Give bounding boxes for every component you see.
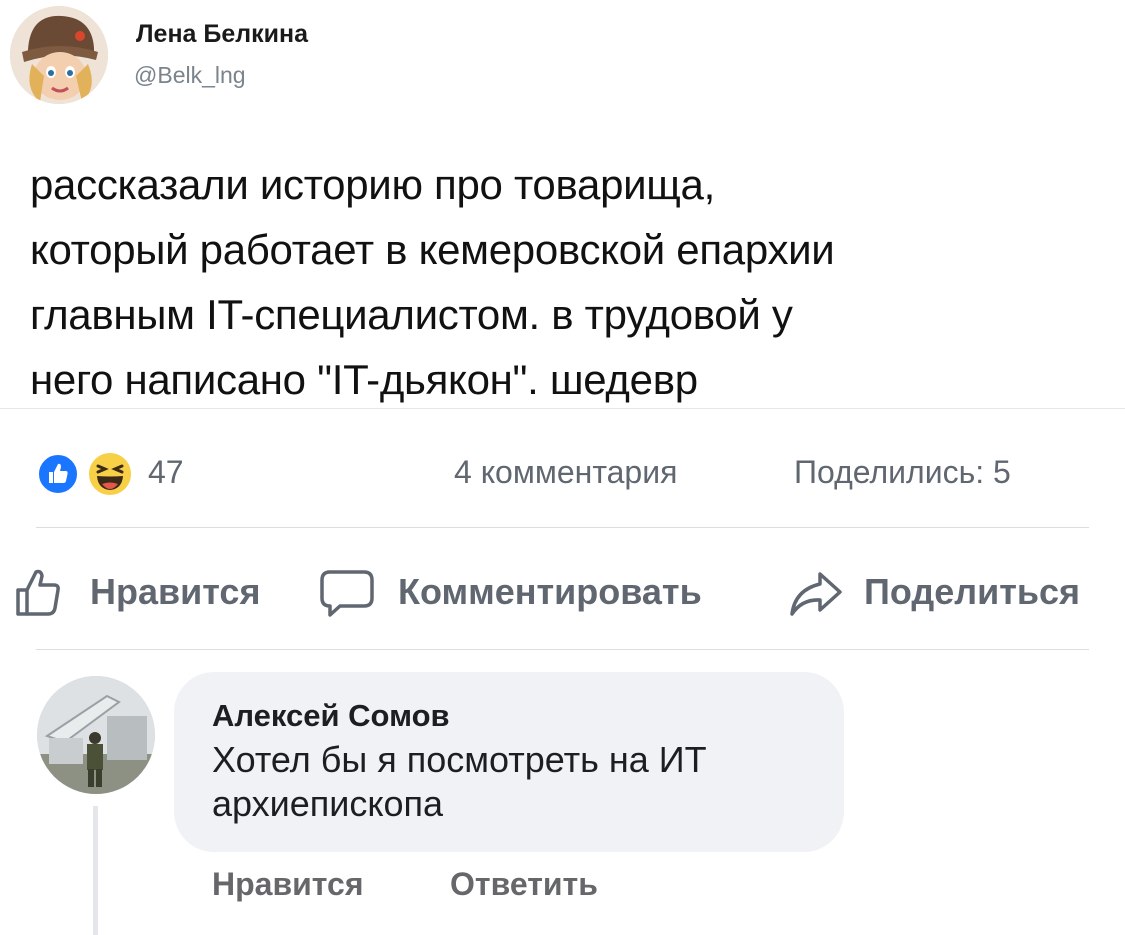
like-button-label: Нравится: [90, 571, 261, 612]
comment-like-link[interactable]: Нравится: [212, 866, 364, 903]
comment-text-line: Хотел бы я посмотреть на ИТ: [212, 739, 707, 780]
divider: [36, 649, 1089, 650]
tweet-author-name[interactable]: Лена Белкина: [136, 20, 308, 49]
speech-bubble-icon: [320, 570, 374, 617]
embedded-tweet: Лена Белкина @Belk_lng рассказали истори…: [0, 0, 1125, 409]
haha-icon[interactable]: [86, 450, 134, 498]
share-button[interactable]: Поделиться: [786, 562, 1080, 622]
comment-author[interactable]: Алексей Сомов: [212, 698, 450, 734]
tweet-text-line: него написано "IT-дьякон". шедевр: [30, 356, 698, 403]
comment-bubble[interactable]: Алексей Сомов Хотел бы я посмотреть на И…: [174, 672, 844, 852]
avatar-photo: [37, 676, 155, 794]
reaction-count[interactable]: 47: [148, 454, 184, 491]
share-button-label: Поделиться: [864, 571, 1081, 612]
comment-reply-link[interactable]: Ответить: [450, 866, 598, 903]
tweet-author-avatar[interactable]: [10, 6, 108, 104]
shares-count[interactable]: Поделились: 5: [794, 454, 1011, 491]
comment-button-label: Комментировать: [398, 571, 702, 612]
comment-button[interactable]: Комментировать: [316, 562, 702, 622]
tweet-text-line: который работает в кемеровской епархии: [30, 226, 835, 273]
tweet-text: рассказали историю про товарища, который…: [30, 152, 1115, 412]
share-arrow-icon: [790, 572, 842, 616]
avatar-illustration: [10, 6, 108, 104]
like-icon[interactable]: [36, 452, 80, 496]
comment-text-line: архиепископа: [212, 783, 444, 824]
thumbs-up-icon: [16, 569, 60, 616]
comments-count[interactable]: 4 комментария: [454, 454, 677, 491]
post-stats: 47 4 комментария Поделились: 5: [0, 440, 1125, 510]
tweet-text-line: рассказали историю про товарища,: [30, 161, 715, 208]
tweet-text-line: главным IT-специалистом. в трудовой у: [30, 291, 793, 338]
divider: [36, 527, 1089, 528]
commenter-avatar[interactable]: [37, 676, 155, 794]
like-button[interactable]: Нравится: [10, 562, 260, 622]
tweet-handle[interactable]: @Belk_lng: [134, 62, 246, 89]
thread-line: [93, 806, 98, 935]
comment-text: Хотел бы я посмотреть на ИТ архиепископа: [212, 738, 822, 826]
